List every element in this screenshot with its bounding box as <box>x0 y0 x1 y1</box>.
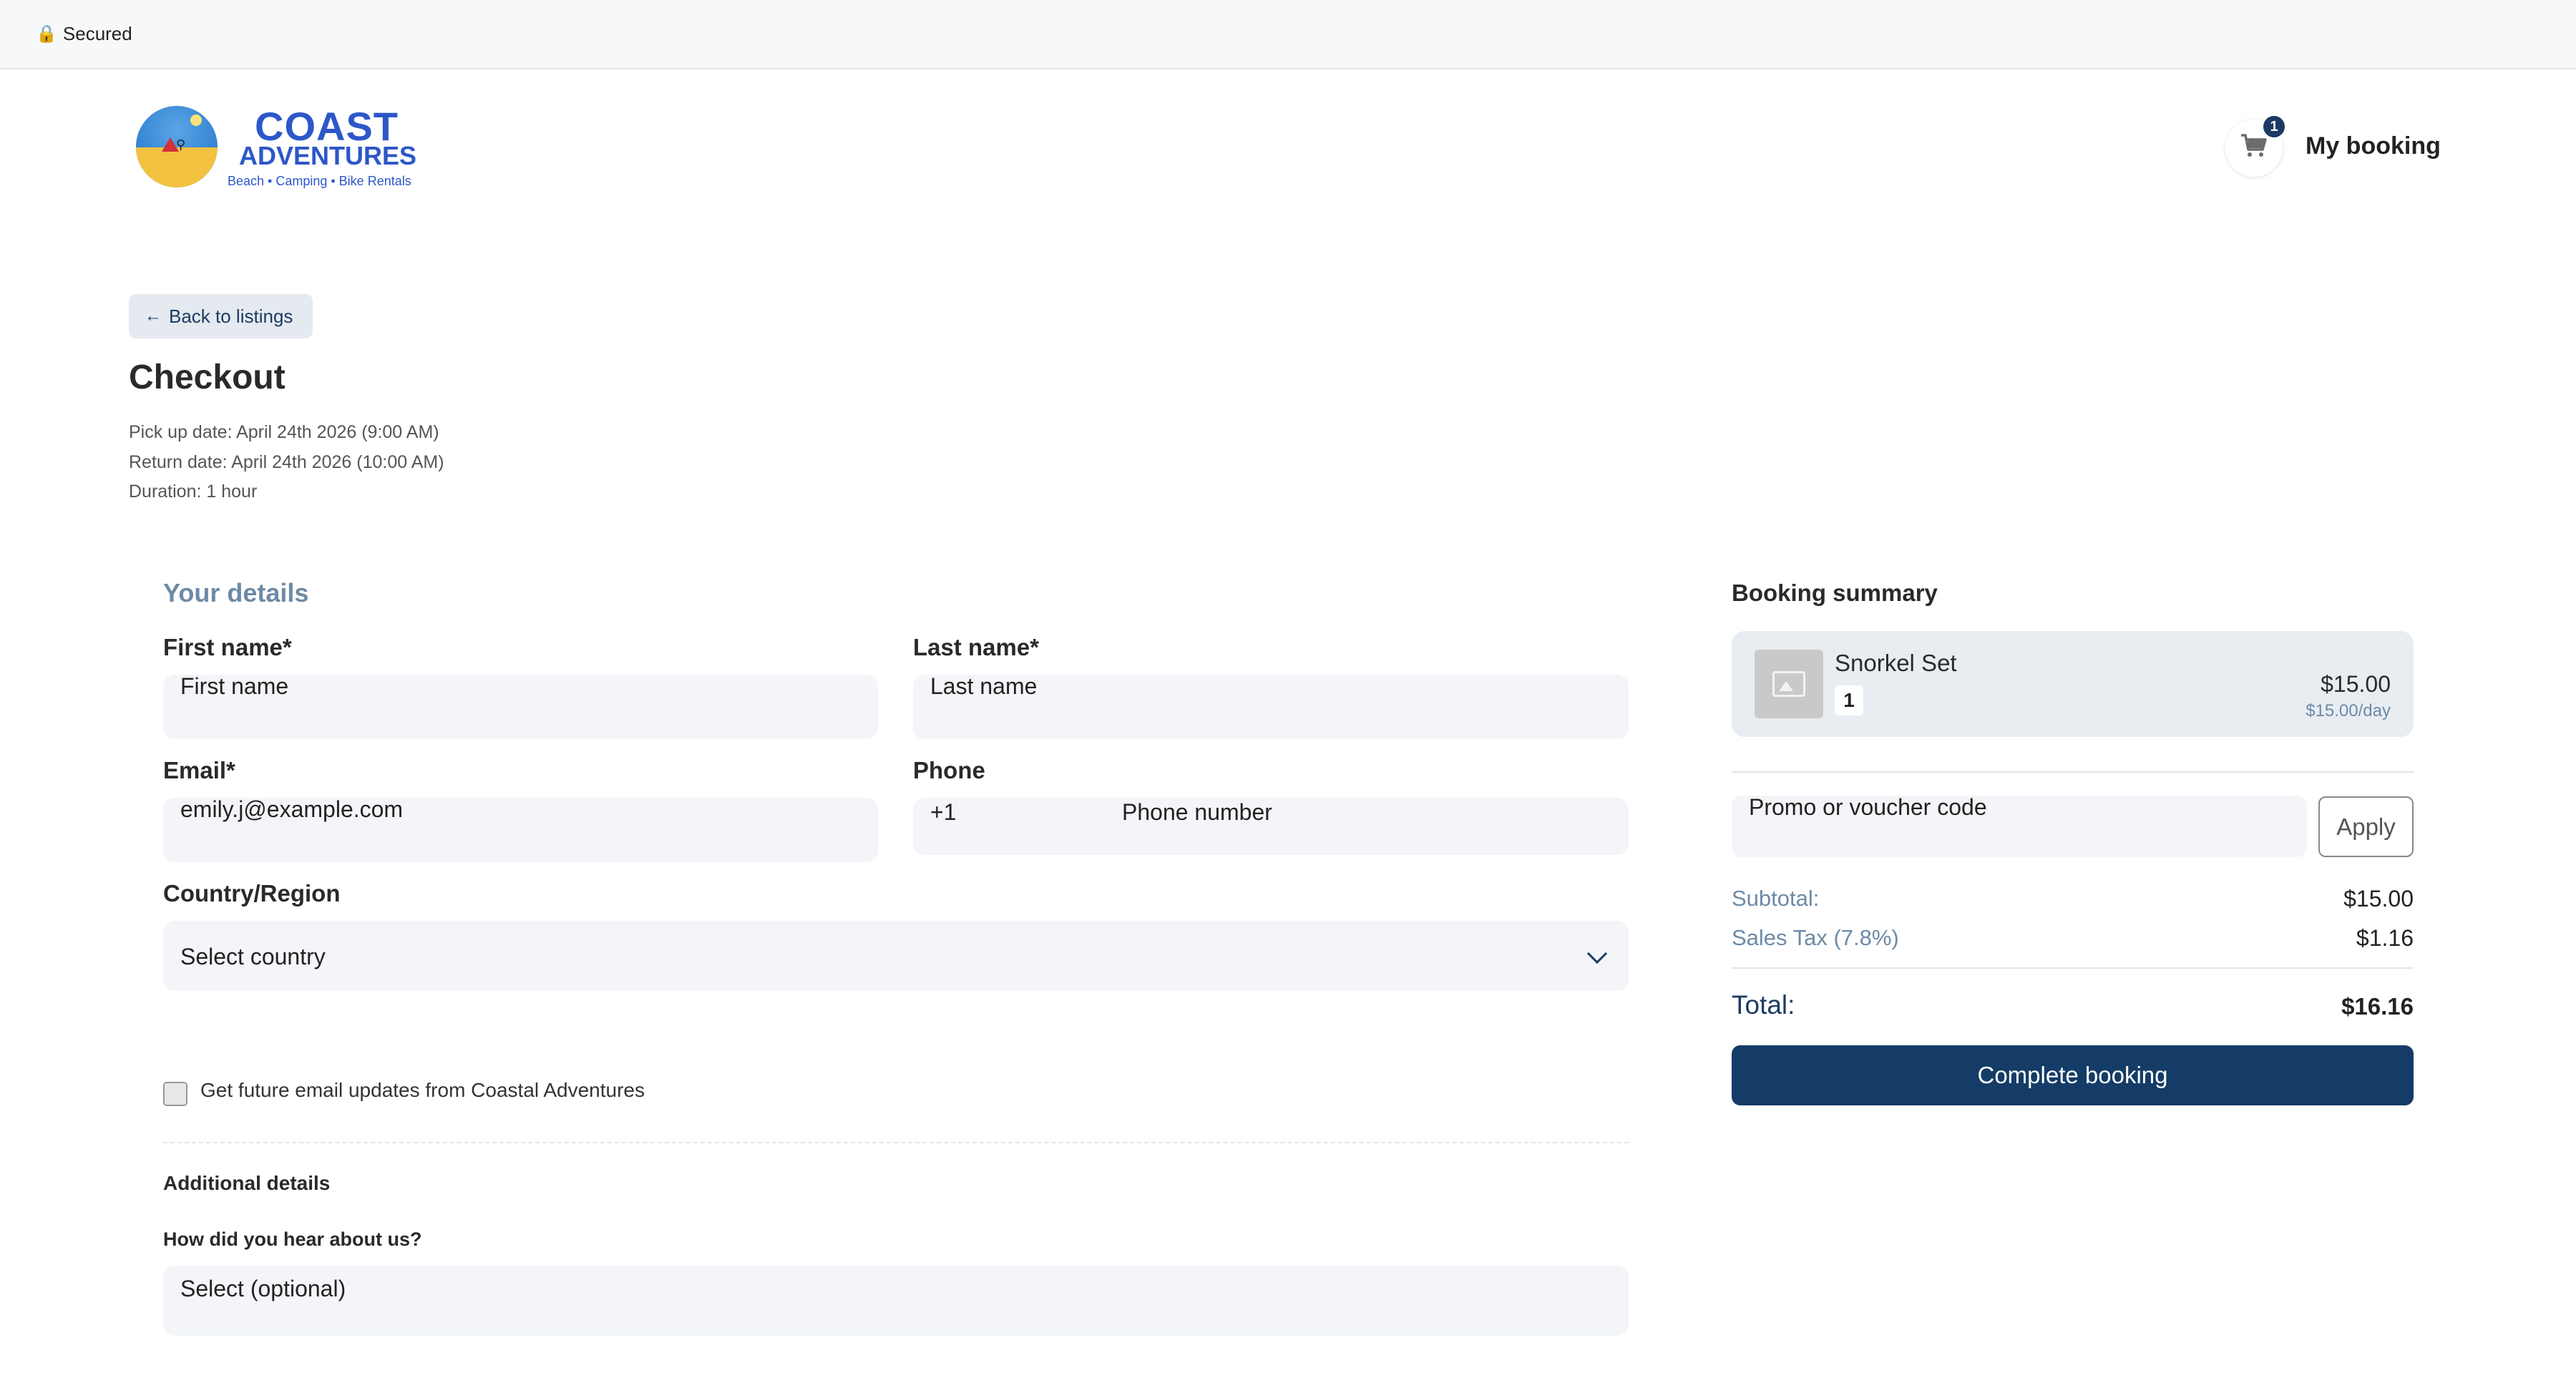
total-label: Total: <box>1732 990 1795 1020</box>
your-details-title: Your details <box>163 578 309 607</box>
sand-shape <box>136 147 218 187</box>
brand-logo[interactable]: ⚲ COAST ADVENTURES Beach • Camping • Bik… <box>136 102 436 195</box>
phone-label: Phone <box>913 757 985 783</box>
cart-icon <box>2240 132 2268 165</box>
logo-name-sub: ADVENTURES <box>239 141 417 170</box>
item-quantity: 1 <box>1835 685 1863 715</box>
hear-about-label: How did you hear about us? <box>163 1228 422 1250</box>
secured-bar: 🔒 Secured <box>0 0 2576 69</box>
tax-label: Sales Tax (7.8%) <box>1732 925 1899 950</box>
email-label: Email* <box>163 757 235 783</box>
sun-icon <box>190 114 202 126</box>
bike-icon: ⚲ <box>176 137 186 152</box>
last-name-placeholder: Last name <box>930 675 1038 699</box>
additional-details-title: Additional details <box>163 1172 331 1194</box>
hear-about-value: Select (optional) <box>180 1276 346 1301</box>
cart-item: Snorkel Set 1 $15.00 $15.00/day <box>1732 631 2414 737</box>
subtotal-label: Subtotal: <box>1732 886 1820 911</box>
phone-input[interactable]: +1 Phone number <box>913 798 1629 855</box>
complete-booking-button[interactable]: Complete booking <box>1732 1045 2414 1105</box>
item-price: $15.00 <box>2321 671 2391 697</box>
logo-emblem-icon: ⚲ <box>136 106 218 187</box>
item-name: Snorkel Set <box>1835 650 1957 676</box>
first-name-input[interactable]: First name <box>163 675 878 739</box>
newsletter-checkbox[interactable] <box>163 1082 187 1106</box>
pickup-date: Pick up date: April 24th 2026 (9:00 AM) <box>129 422 439 442</box>
last-name-label: Last name* <box>913 634 1040 660</box>
arrow-left-icon: ← <box>145 306 162 326</box>
page-title: Checkout <box>129 358 286 396</box>
cart-count-badge: 1 <box>2261 114 2287 140</box>
return-date: Return date: April 24th 2026 (10:00 AM) <box>129 452 444 472</box>
promo-code-input[interactable]: Promo or voucher code <box>1732 796 2307 857</box>
country-select[interactable]: Select country <box>163 921 1629 991</box>
tax-value: $1.16 <box>2356 925 2414 951</box>
booking-summary-title: Booking summary <box>1732 580 1938 606</box>
section-divider <box>163 1142 1629 1143</box>
secured-label: Secured <box>62 23 132 44</box>
item-rate: $15.00/day <box>2306 701 2391 720</box>
country-value: Select country <box>180 944 326 969</box>
hear-about-select[interactable]: Select (optional) <box>163 1266 1629 1336</box>
duration: Duration: 1 hour <box>129 482 258 502</box>
total-divider <box>1732 967 2414 969</box>
email-value: emily.j@example.com <box>180 798 404 822</box>
back-to-listings-button[interactable]: ← Back to listings <box>129 294 313 338</box>
country-label: Country/Region <box>163 880 341 907</box>
last-name-input[interactable]: Last name <box>913 675 1629 739</box>
cart-button[interactable]: 1 <box>2225 114 2287 177</box>
total-value: $16.16 <box>2341 993 2414 1020</box>
apply-promo-button[interactable]: Apply <box>2318 796 2414 857</box>
summary-divider <box>1732 771 2414 773</box>
item-thumbnail <box>1755 650 1823 718</box>
image-placeholder-icon <box>1772 671 1805 697</box>
my-booking-link[interactable]: My booking <box>2306 132 2441 160</box>
first-name-placeholder: First name <box>180 675 289 699</box>
newsletter-label[interactable]: Get future email updates from Coastal Ad… <box>200 1079 645 1102</box>
phone-placeholder: Phone number <box>1122 799 1272 825</box>
first-name-label: First name* <box>163 634 292 660</box>
lock-icon: 🔒 <box>36 24 57 44</box>
logo-tagline: Beach • Camping • Bike Rentals <box>228 174 411 188</box>
email-input[interactable]: emily.j@example.com <box>163 798 878 862</box>
back-label: Back to listings <box>169 305 293 327</box>
promo-placeholder: Promo or voucher code <box>1749 796 1987 820</box>
subtotal-value: $15.00 <box>2343 886 2414 912</box>
phone-country-code[interactable]: +1 <box>930 799 956 826</box>
